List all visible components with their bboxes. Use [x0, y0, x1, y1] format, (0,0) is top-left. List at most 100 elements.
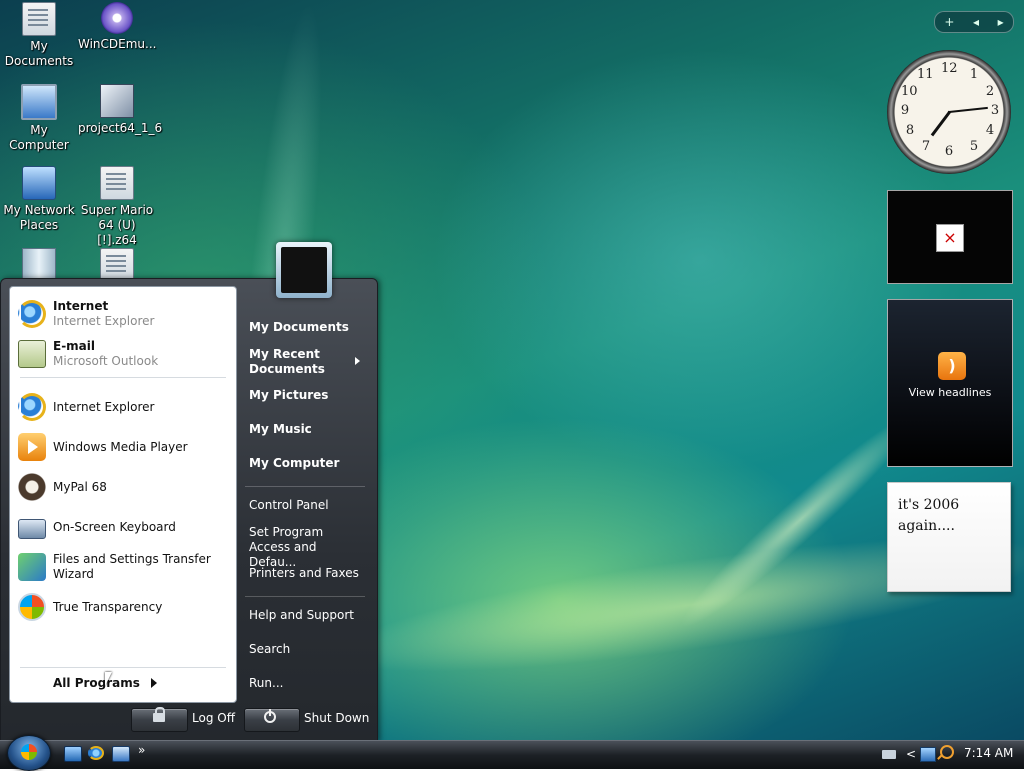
recent-program-label: On-Screen Keyboard — [53, 519, 176, 534]
network-icon — [22, 166, 56, 200]
windows-logo-icon — [18, 593, 46, 621]
mypal-icon — [18, 473, 46, 501]
right-pane-separator — [245, 486, 365, 487]
log-off-label[interactable]: Log Off — [192, 711, 235, 725]
network-tray-icon[interactable] — [920, 747, 936, 762]
start-link-my-music[interactable]: My Music — [241, 422, 367, 437]
sidebar-toolbar: + ◂ ▸ — [934, 11, 1014, 33]
user-account-picture[interactable] — [276, 242, 332, 298]
mouse-cursor — [105, 672, 112, 686]
view-headlines-label[interactable]: View headlines — [888, 386, 1012, 399]
lock-icon — [153, 707, 165, 722]
start-link-my-computer[interactable]: My Computer — [241, 456, 367, 471]
notes-gadget[interactable]: it's 2006 again.... — [887, 482, 1011, 592]
ie-icon — [18, 393, 46, 421]
user-picture-image — [281, 247, 327, 293]
recent-program-on-screen-keyboard[interactable]: On-Screen Keyboard — [18, 509, 234, 545]
start-link-printers-and-faxes[interactable]: Printers and Faxes — [241, 566, 367, 581]
show-desktop-icon[interactable] — [64, 746, 82, 762]
search-tray-icon[interactable] — [940, 745, 954, 759]
clock-number: 7 — [921, 139, 931, 154]
clock-gadget[interactable]: 12 1 2 3 4 5 6 7 8 9 10 11 — [887, 50, 1011, 174]
start-link-control-panel[interactable]: Control Panel — [241, 498, 367, 513]
clock-number: 4 — [985, 123, 995, 138]
desktop-icon-super-mario-rom[interactable]: Super Mario 64 (U) [!].z64 — [78, 166, 156, 248]
computer-icon — [21, 84, 57, 120]
pinned-subtitle: Internet Explorer — [53, 314, 155, 328]
recent-program-label: Files and Settings Transfer Wizard — [53, 552, 211, 581]
ie-icon — [18, 300, 46, 328]
keyboard-tray-icon[interactable] — [882, 750, 896, 759]
clock-number: 12 — [941, 61, 958, 76]
clock-number: 8 — [905, 123, 915, 138]
shut-down-label[interactable]: Shut Down — [304, 711, 369, 725]
desktop-icon-my-documents[interactable]: My Documents — [0, 2, 78, 69]
pinned-email[interactable]: E-mail Microsoft Outlook — [18, 336, 234, 372]
desktop-icon-label: WinCDEmu... — [78, 37, 157, 51]
start-link-run[interactable]: Run... — [241, 676, 367, 691]
ie-quick-launch-icon[interactable] — [88, 746, 104, 760]
note-text[interactable]: it's 2006 again.... — [898, 495, 998, 537]
clock-minute-hand — [947, 106, 988, 114]
taskbar — [0, 740, 1024, 769]
power-icon — [264, 709, 276, 723]
media-player-icon — [18, 433, 46, 461]
desktop-icon-label: Super Mario 64 (U) [!].z64 — [80, 203, 154, 247]
pinned-title: E-mail — [53, 339, 96, 353]
next-page-button[interactable]: ▸ — [998, 15, 1004, 29]
clock-number: 5 — [969, 139, 979, 154]
show-hidden-icons-button[interactable]: < — [906, 747, 916, 761]
recent-program-transfer-wizard[interactable]: Files and Settings Transfer Wizard — [18, 549, 234, 585]
file-icon — [100, 248, 134, 282]
start-menu-programs-pane: Internet Internet Explorer E-mail Micros… — [9, 286, 237, 703]
desktop-icon-my-computer[interactable]: My Computer — [0, 84, 78, 153]
my-documents-icon — [22, 2, 56, 36]
right-pane-separator — [245, 596, 365, 597]
clock-number: 6 — [944, 144, 954, 159]
desktop-icon-label: My Computer — [9, 123, 69, 152]
clock-number: 9 — [900, 103, 910, 118]
taskbar-clock[interactable]: 7:14 AM — [964, 746, 1013, 760]
start-link-search[interactable]: Search — [241, 642, 367, 657]
outlook-icon — [18, 340, 46, 368]
recent-program-mypal[interactable]: MyPal 68 — [18, 469, 234, 505]
previous-page-button[interactable]: ◂ — [973, 15, 979, 29]
slideshow-gadget[interactable]: × — [887, 190, 1013, 284]
add-gadget-button[interactable]: + — [944, 15, 954, 29]
feed-headlines-gadget[interactable]: ) View headlines — [887, 299, 1013, 467]
transfer-wizard-icon — [18, 553, 46, 581]
start-link-my-pictures[interactable]: My Pictures — [241, 388, 367, 403]
recent-program-label: Windows Media Player — [53, 439, 188, 454]
desktop-icon-label: project64_1_6 — [78, 121, 163, 135]
recent-program-label: MyPal 68 — [53, 479, 107, 494]
start-link-my-documents[interactable]: My Documents — [241, 320, 367, 335]
recent-program-true-transparency[interactable]: True Transparency — [18, 589, 234, 625]
chevron-right-icon — [355, 357, 360, 365]
clock-number: 11 — [917, 67, 934, 82]
rss-icon: ) — [938, 352, 966, 380]
project64-icon — [100, 84, 134, 118]
start-link-set-program-access[interactable]: Set Program Access and Defau... — [241, 525, 359, 570]
recent-program-media-player[interactable]: Windows Media Player — [18, 429, 234, 465]
clock-number: 2 — [985, 84, 995, 99]
clock-number: 3 — [990, 103, 1000, 118]
clock-number: 1 — [969, 67, 979, 82]
all-programs-separator — [20, 667, 226, 668]
rom-file-icon — [100, 166, 134, 200]
switch-windows-icon[interactable] — [112, 746, 130, 762]
chevron-right-icon — [151, 678, 157, 688]
pinned-subtitle: Microsoft Outlook — [53, 354, 159, 368]
desktop-icon-my-network-places[interactable]: My Network Places — [0, 166, 78, 233]
start-button[interactable] — [7, 735, 51, 771]
recent-program-label: Internet Explorer — [53, 399, 155, 414]
pinned-internet[interactable]: Internet Internet Explorer — [18, 296, 234, 332]
desktop-icon-wincdemu[interactable]: WinCDEmu... — [78, 2, 156, 52]
keyboard-icon — [18, 519, 46, 539]
start-link-help-and-support[interactable]: Help and Support — [241, 608, 367, 623]
desktop-icon-label: My Network Places — [3, 203, 75, 232]
quick-launch-overflow-button[interactable]: » — [138, 743, 145, 757]
recent-program-internet-explorer[interactable]: Internet Explorer — [18, 389, 234, 425]
desktop-icon-project64[interactable]: project64_1_6 — [78, 84, 162, 136]
all-programs-button[interactable]: All Programs — [20, 671, 226, 695]
start-link-my-recent-documents[interactable]: My Recent Documents — [241, 347, 351, 377]
